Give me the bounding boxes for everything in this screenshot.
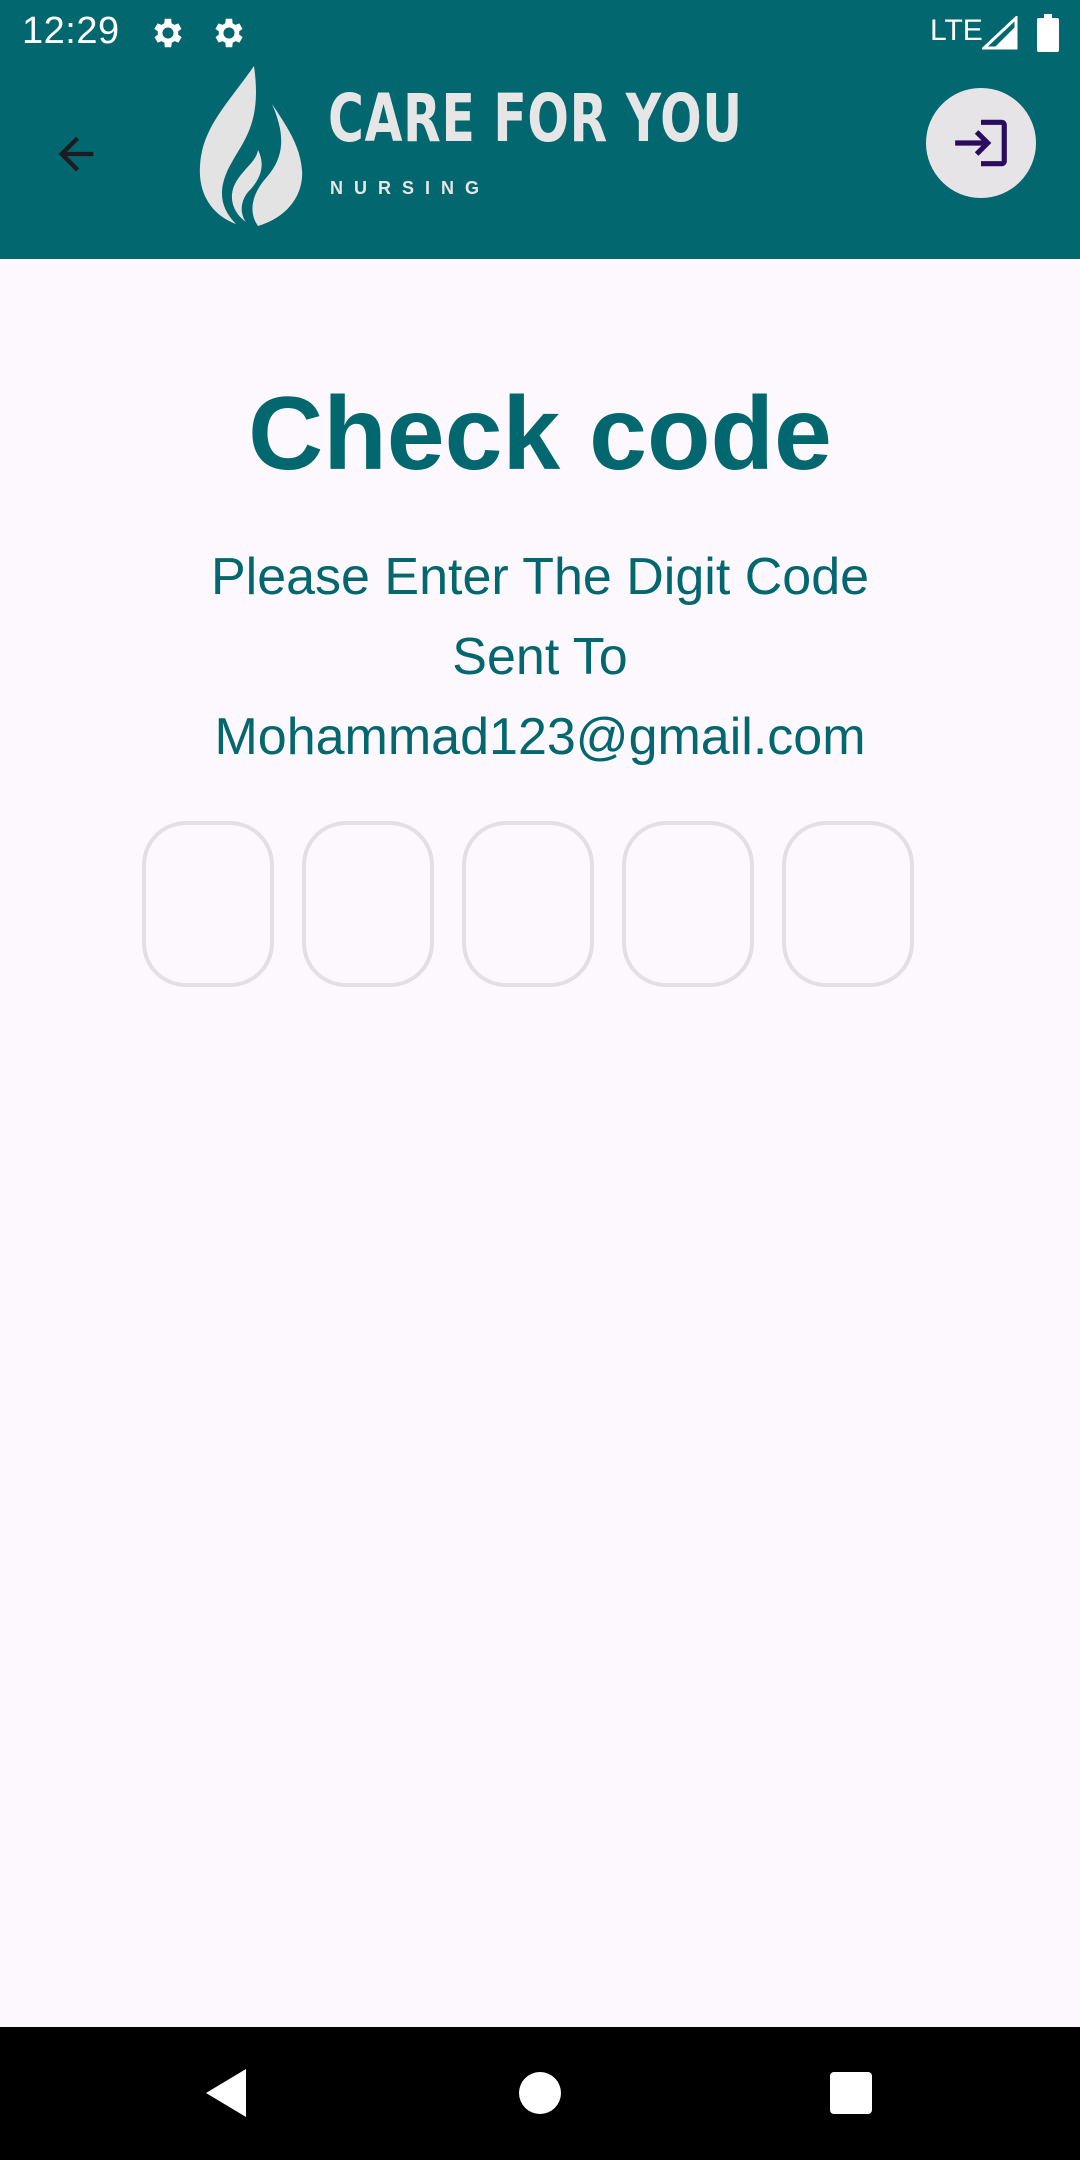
arrow-left-icon bbox=[58, 136, 94, 172]
code-digit-input-2[interactable] bbox=[302, 821, 434, 987]
settings-gear-icon bbox=[215, 18, 243, 48]
instruction-text: Please Enter The Digit Code Sent To Moha… bbox=[140, 537, 940, 777]
nav-recents-square-icon bbox=[830, 2072, 872, 2114]
main-content: Check code Please Enter The Digit Code S… bbox=[0, 259, 1080, 2027]
settings-gear-icon bbox=[154, 18, 182, 48]
nav-back-triangle-icon bbox=[206, 2069, 246, 2117]
page-title: Check code bbox=[248, 376, 832, 492]
nav-recents-button[interactable] bbox=[815, 2057, 887, 2129]
network-type-label: LTE bbox=[930, 14, 983, 47]
code-digit-input-4[interactable] bbox=[622, 821, 754, 987]
battery-icon bbox=[1037, 14, 1059, 52]
instruction-line: Sent To bbox=[452, 628, 628, 686]
login-button[interactable] bbox=[926, 88, 1036, 198]
login-enter-icon bbox=[955, 119, 1007, 167]
instruction-line: Please Enter The Digit Code bbox=[210, 548, 870, 606]
nav-home-button[interactable] bbox=[504, 2057, 576, 2129]
back-button[interactable] bbox=[34, 112, 118, 196]
verification-code-row bbox=[142, 821, 918, 991]
code-digit-input-1[interactable] bbox=[142, 821, 274, 987]
status-bar: 12:29 LTE bbox=[0, 0, 1080, 66]
top-bar: 12:29 LTE CARE FOR YOU NURSING bbox=[0, 0, 1080, 259]
recipient-email: Mohammad123@gmail.com bbox=[214, 708, 866, 766]
status-time: 12:29 bbox=[22, 10, 120, 52]
check-code-screen: 12:29 LTE CARE FOR YOU NURSING Check cod… bbox=[0, 0, 1080, 2160]
logo-subtitle: NURSING bbox=[330, 178, 491, 198]
care-for-you-logo: CARE FOR YOU NURSING bbox=[196, 66, 742, 226]
code-digit-input-5[interactable] bbox=[782, 821, 914, 987]
flame-logo-icon bbox=[199, 66, 303, 226]
nav-home-circle-icon bbox=[519, 2072, 561, 2114]
system-nav-bar bbox=[0, 2027, 1080, 2160]
logo-title: CARE FOR YOU bbox=[328, 80, 743, 157]
nav-back-button[interactable] bbox=[190, 2057, 262, 2129]
app-bar: CARE FOR YOU NURSING bbox=[0, 66, 1080, 259]
code-digit-input-3[interactable] bbox=[462, 821, 594, 987]
cell-signal-icon bbox=[982, 16, 1018, 50]
